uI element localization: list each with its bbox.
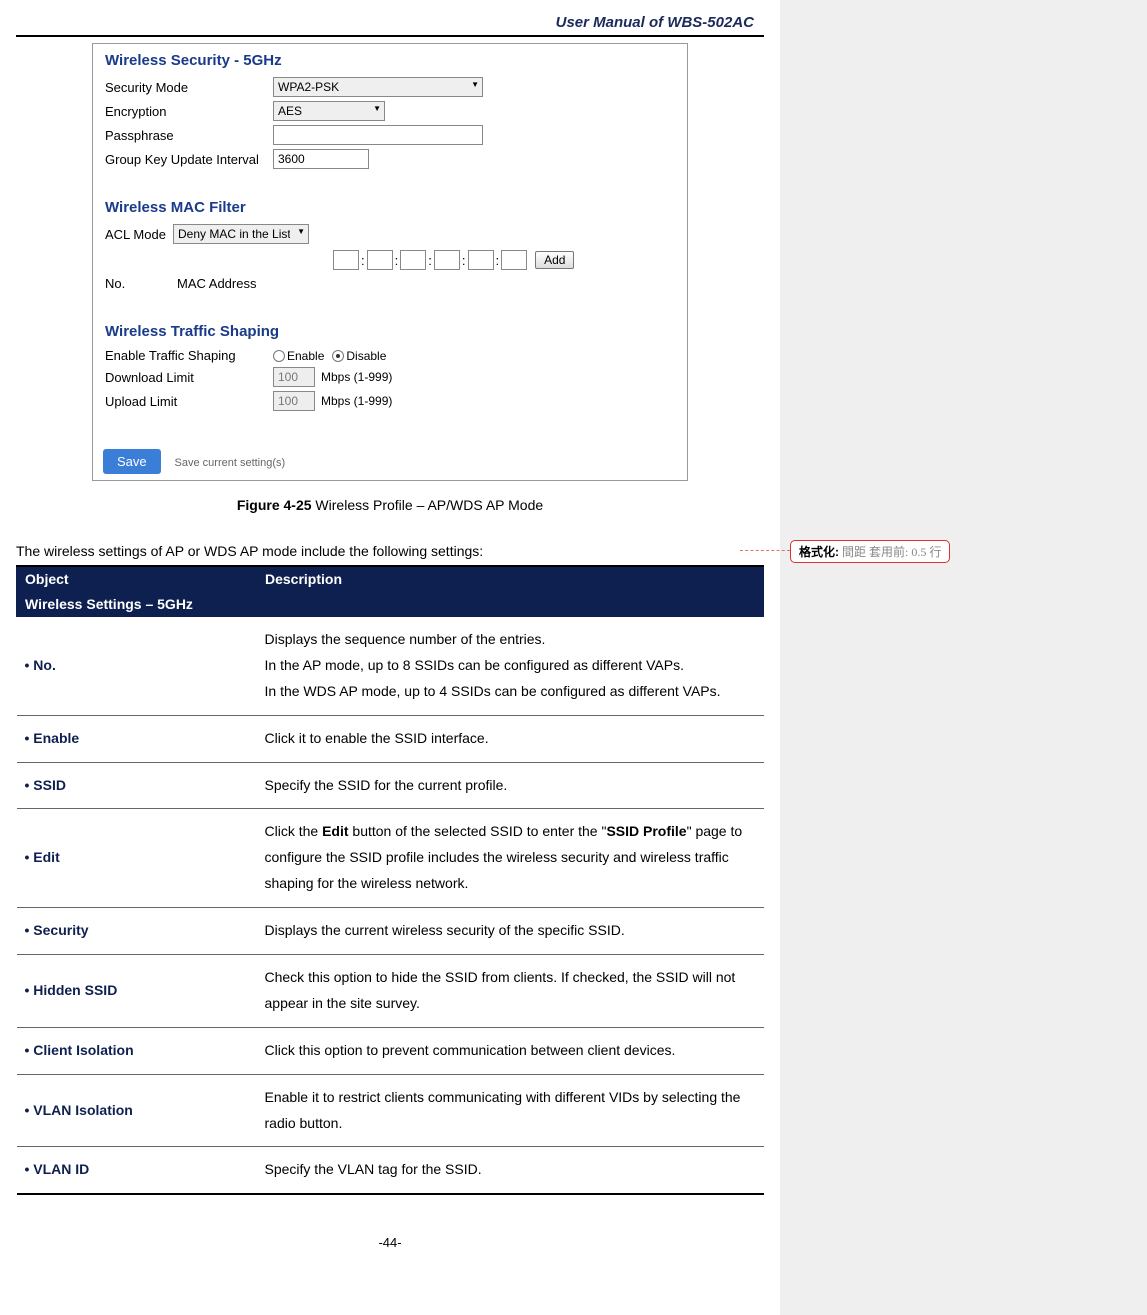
table-row-object: SSID: [17, 762, 257, 809]
table-row-description: Displays the current wireless security o…: [257, 908, 764, 955]
table-row-description: Click the Edit button of the selected SS…: [257, 809, 764, 908]
comment-text: 間距 套用前: 0.5 行: [839, 545, 941, 559]
ets-enable-radio[interactable]: [273, 350, 285, 362]
document-page: User Manual of WBS-502AC Wireless Securi…: [0, 0, 780, 1315]
ul-label: Upload Limit: [105, 394, 273, 409]
figure-caption: Figure 4-25 Wireless Profile – AP/WDS AP…: [16, 497, 764, 513]
mac-hdr-addr: MAC Address: [177, 276, 256, 291]
mac-table-header: No. MAC Address: [93, 274, 687, 293]
acl-mode-label: ACL Mode: [105, 227, 173, 242]
comment-bubble: 格式化: 間距 套用前: 0.5 行: [790, 540, 950, 563]
figure-number: Figure 4-25: [237, 497, 312, 513]
page-number: -44-: [16, 1235, 764, 1250]
security-mode-select[interactable]: WPA2-PSK: [273, 77, 483, 97]
table-row-object: Edit: [17, 809, 257, 908]
embedded-screenshot: Wireless Security - 5GHz Security Mode W…: [92, 43, 688, 481]
table-row-description: Specify the SSID for the current profile…: [257, 762, 764, 809]
table-row-description: Click it to enable the SSID interface.: [257, 715, 764, 762]
ets-label: Enable Traffic Shaping: [105, 348, 273, 363]
passphrase-input[interactable]: [273, 125, 483, 145]
ul-suffix: Mbps (1-999): [321, 394, 392, 408]
encryption-select[interactable]: AES: [273, 101, 385, 121]
figure-text: Wireless Profile – AP/WDS AP Mode: [312, 497, 544, 513]
mac-oct-2[interactable]: [367, 250, 393, 270]
comment-connector: [740, 550, 790, 551]
ets-disable-radio[interactable]: [332, 350, 344, 362]
section-mac-filter: Wireless MAC Filter: [93, 191, 687, 220]
table-row-description: Check this option to hide the SSID from …: [257, 955, 764, 1028]
intro-text: The wireless settings of AP or WDS AP mo…: [16, 543, 764, 559]
dl-suffix: Mbps (1-999): [321, 370, 392, 384]
mac-oct-1[interactable]: [333, 250, 359, 270]
save-note: Save current setting(s): [175, 457, 286, 469]
table-row-object: Enable: [17, 715, 257, 762]
table-row-object: Hidden SSID: [17, 955, 257, 1028]
comment-bold: 格式化:: [799, 545, 839, 559]
mac-hdr-no: No.: [105, 276, 177, 291]
section-wireless-security: Wireless Security - 5GHz: [93, 44, 687, 73]
encryption-label: Encryption: [105, 104, 273, 119]
dl-input[interactable]: [273, 367, 315, 387]
save-button[interactable]: Save: [103, 449, 161, 474]
th-object: Object: [17, 566, 257, 592]
mac-oct-3[interactable]: [400, 250, 426, 270]
table-row-object: Security: [17, 908, 257, 955]
table-row-description: Click this option to prevent communicati…: [257, 1027, 764, 1074]
mac-oct-5[interactable]: [468, 250, 494, 270]
gkui-label: Group Key Update Interval: [105, 152, 273, 167]
ul-input[interactable]: [273, 391, 315, 411]
table-row-object: VLAN Isolation: [17, 1074, 257, 1147]
th-sub-wireless-settings: Wireless Settings – 5GHz: [17, 592, 764, 617]
th-description: Description: [257, 566, 764, 592]
document-title: User Manual of WBS-502AC: [16, 14, 754, 31]
table-row-object: VLAN ID: [17, 1147, 257, 1194]
gkui-input[interactable]: [273, 149, 369, 169]
add-button[interactable]: Add: [535, 251, 574, 269]
acl-mode-select[interactable]: Deny MAC in the List: [173, 224, 309, 244]
settings-table: Object Description Wireless Settings – 5…: [16, 565, 764, 1195]
title-divider: [16, 35, 764, 37]
ets-disable-label: Disable: [346, 349, 386, 363]
passphrase-label: Passphrase: [105, 128, 273, 143]
table-row-description: Specify the VLAN tag for the SSID.: [257, 1147, 764, 1194]
mac-oct-4[interactable]: [434, 250, 460, 270]
ets-enable-label: Enable: [287, 349, 324, 363]
table-row-description: Displays the sequence number of the entr…: [257, 617, 764, 716]
mac-input-row: ::::: Add: [333, 250, 687, 270]
dl-label: Download Limit: [105, 370, 273, 385]
table-row-object: No.: [17, 617, 257, 716]
table-row-description: Enable it to restrict clients communicat…: [257, 1074, 764, 1147]
word-comment: 格式化: 間距 套用前: 0.5 行: [790, 540, 950, 563]
mac-oct-6[interactable]: [501, 250, 527, 270]
security-mode-label: Security Mode: [105, 80, 273, 95]
section-traffic-shaping: Wireless Traffic Shaping: [93, 315, 687, 344]
table-row-object: Client Isolation: [17, 1027, 257, 1074]
